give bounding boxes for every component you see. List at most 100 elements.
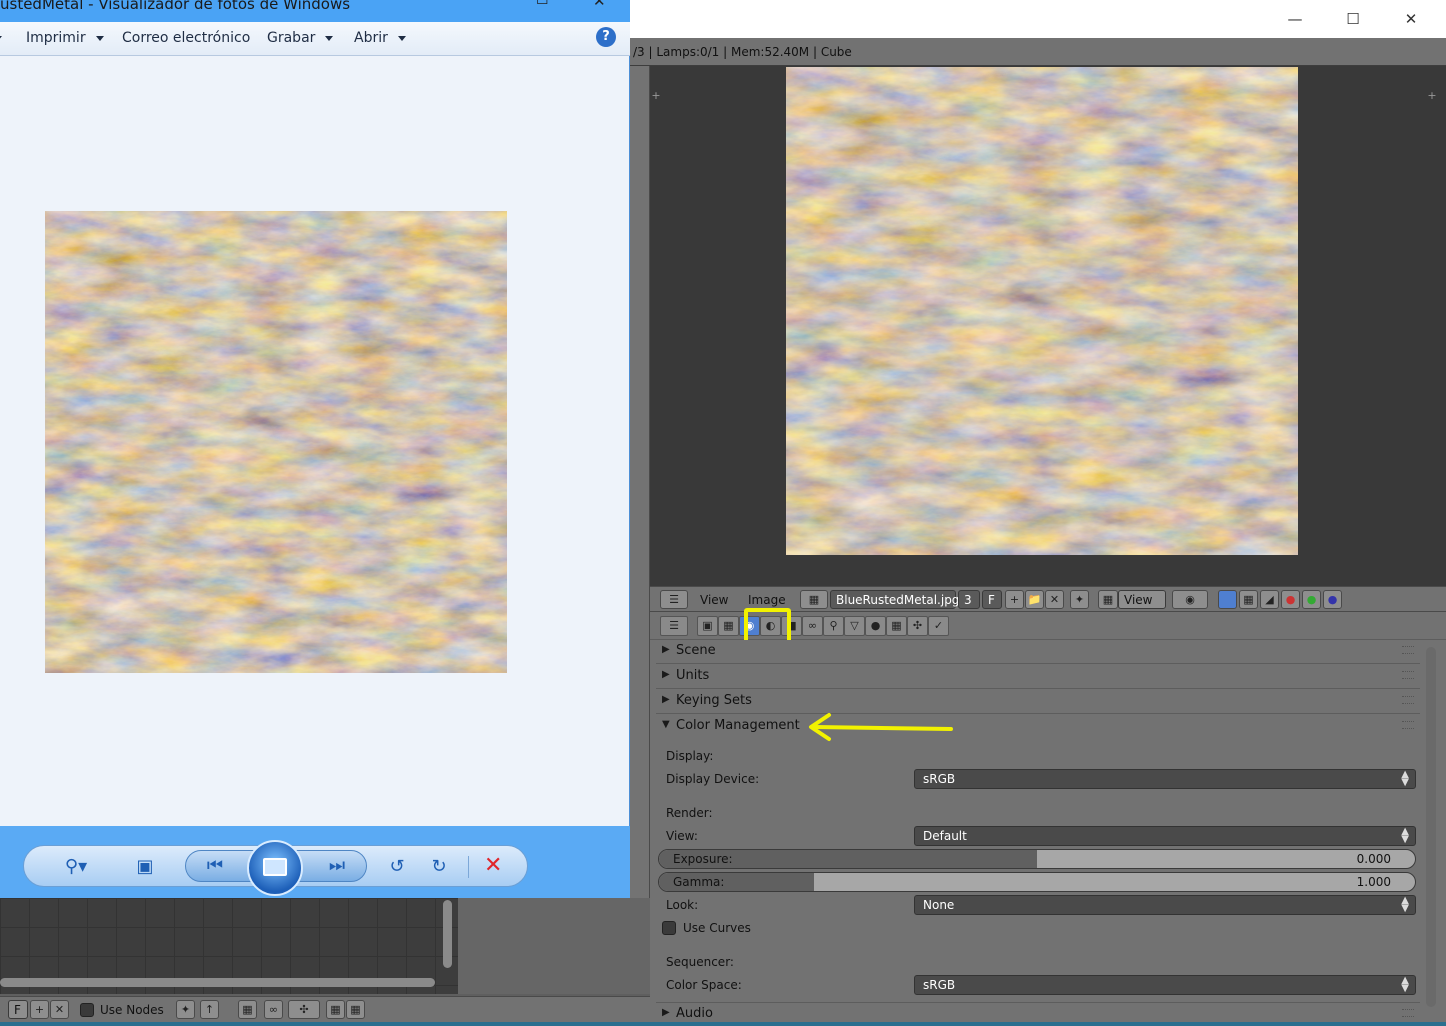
editor-type-icon[interactable]: ☰ (660, 616, 688, 636)
properties-editor: ▶ Scene ▶ Units ▶ Keying Sets ▼ Color Ma… (650, 640, 1446, 1026)
panel-title: Audio (676, 1006, 713, 1021)
view-transform-select[interactable]: Default ▲ ▼ (914, 826, 1416, 846)
look-value: None (923, 898, 955, 912)
open-image-icon[interactable]: 📁 (1025, 590, 1044, 609)
chevron-down-icon (95, 35, 104, 41)
panel-color-management[interactable]: ▼ Color Management (656, 715, 1420, 739)
exposure-label: Exposure: (673, 852, 733, 866)
exposure-slider[interactable]: Exposure: 0.000 (658, 849, 1416, 869)
pin-icon[interactable]: ✦ (176, 1000, 195, 1019)
image-menu[interactable]: Image (748, 593, 786, 607)
pin-icon[interactable]: ✦ (1070, 590, 1089, 609)
color-space-select[interactable]: sRGB ▲ ▼ (914, 975, 1416, 995)
drag-grip-icon[interactable] (1402, 671, 1414, 679)
look-select[interactable]: None ▲ ▼ (914, 895, 1416, 915)
close-button[interactable]: ✕ (1382, 0, 1440, 38)
backdrop-icon[interactable]: ▦ (238, 1000, 257, 1019)
draw-channels-icon[interactable] (1218, 590, 1237, 609)
properties-scrollbar[interactable] (1426, 647, 1436, 1007)
panel-scene[interactable]: ▶ Scene (656, 640, 1420, 664)
help-icon[interactable]: ? (596, 27, 616, 47)
fit-window-icon[interactable]: ▣ (132, 855, 158, 879)
image-browse-icon[interactable]: ▦ (800, 590, 828, 609)
blue-channel-icon[interactable]: ● (1323, 590, 1342, 609)
image-users-field[interactable]: 3 (958, 590, 980, 609)
burn-menu[interactable]: Grabar (267, 30, 334, 46)
toolbar-divider (468, 856, 469, 878)
minimize-button[interactable]: — (1266, 0, 1324, 38)
displayed-photo (45, 211, 507, 673)
drag-grip-icon[interactable] (1402, 646, 1414, 654)
red-channel-icon[interactable]: ● (1281, 590, 1300, 609)
drag-grip-icon[interactable] (1402, 696, 1414, 704)
plus-icon[interactable]: + (650, 90, 662, 102)
modifiers-tab-icon[interactable]: ⚲ (823, 616, 844, 636)
pivot-icon[interactable]: ◉ (1172, 590, 1208, 609)
parent-icon[interactable]: ↑ (200, 1000, 219, 1019)
fake-user-button[interactable]: F (982, 590, 1002, 609)
rotate-counterclockwise-icon[interactable]: ↺ (384, 855, 410, 879)
panel-keying-sets[interactable]: ▶ Keying Sets (656, 690, 1420, 714)
use-curves-checkbox[interactable] (662, 921, 676, 935)
alpha-channel-icon[interactable]: ▦ (1239, 590, 1258, 609)
snap-mode-icon[interactable]: ✣ (288, 1000, 320, 1019)
blender-window: — ☐ ✕ /3 | Lamps:0/1 | Mem:52.40M | Cube… (630, 0, 1446, 1026)
drag-grip-icon[interactable] (1402, 721, 1414, 729)
use-nodes-label: Use Nodes (100, 1003, 164, 1017)
display-mode-icon[interactable]: ▦ (1098, 590, 1118, 609)
photo-viewer-title-bar[interactable]: ustedMetal - Visualizador de fotos de Wi… (0, 0, 630, 22)
panel-units[interactable]: ▶ Units (656, 665, 1420, 689)
display-device-select[interactable]: sRGB ▲ ▼ (914, 769, 1416, 789)
fake-user-button[interactable]: F (8, 1000, 28, 1019)
z-buffer-icon[interactable]: ◢ (1260, 590, 1279, 609)
use-nodes-checkbox[interactable] (80, 1003, 94, 1017)
green-channel-icon[interactable]: ● (1302, 590, 1321, 609)
image-editor[interactable]: + + (650, 66, 1446, 586)
material-tab-icon[interactable]: ● (865, 616, 886, 636)
drag-grip-icon[interactable] (1402, 1009, 1414, 1017)
paste-icon[interactable]: ▦ (346, 1000, 365, 1019)
view-label: View: (666, 829, 698, 843)
data-tab-icon[interactable]: ▽ (844, 616, 865, 636)
editor-type-icon[interactable]: ☰ (660, 590, 688, 609)
gamma-slider[interactable]: Gamma: 1.000 (658, 872, 1416, 892)
unlink-icon[interactable]: ✕ (50, 1000, 69, 1019)
physics-tab-icon[interactable]: ✓ (928, 616, 949, 636)
print-menu[interactable]: Imprimir (26, 30, 104, 46)
close-button[interactable]: ✕ (593, 0, 606, 10)
new-image-icon[interactable]: + (1005, 590, 1024, 609)
texture-tab-icon[interactable]: ▦ (886, 616, 907, 636)
next-icon[interactable]: ⏭ (324, 854, 350, 878)
view-menu[interactable]: View (700, 593, 728, 607)
photo-viewer-window: ustedMetal - Visualizador de fotos de Wi… (0, 0, 630, 898)
open-menu[interactable]: Abrir (354, 30, 406, 46)
vertical-scrollbar[interactable] (443, 900, 452, 968)
copy-icon[interactable]: ▦ (326, 1000, 345, 1019)
zoom-icon[interactable]: ⚲▾ (58, 855, 94, 879)
slideshow-icon[interactable] (247, 840, 303, 896)
rotate-clockwise-icon[interactable]: ↻ (426, 855, 452, 879)
constraints-tab-icon[interactable]: ∞ (802, 616, 823, 636)
maximize-button[interactable]: ☐ (1324, 0, 1382, 38)
display-mode-select[interactable]: View (1118, 590, 1166, 609)
display-heading: Display: (666, 749, 714, 763)
color-space-label: Color Space: (666, 978, 742, 992)
email-menu[interactable]: Correo electrónico (122, 30, 250, 46)
print-menu-label: Imprimir (26, 30, 86, 46)
image-name-field[interactable]: BlueRustedMetal.jpg (830, 590, 959, 609)
maximize-button[interactable]: ☐ (536, 0, 549, 8)
updown-icon: ▲ ▼ (1401, 975, 1409, 994)
display-device-value: sRGB (923, 772, 956, 786)
render-layers-icon[interactable]: ▦ (718, 616, 739, 636)
snap-icon[interactable]: ∞ (264, 1000, 283, 1019)
delete-icon[interactable]: ✕ (484, 854, 502, 878)
render-tab-icon[interactable]: ▣ (697, 616, 718, 636)
previous-icon[interactable]: ⏮ (202, 854, 228, 878)
unlink-icon[interactable]: ✕ (1045, 590, 1064, 609)
horizontal-scrollbar[interactable] (0, 978, 435, 987)
particles-tab-icon[interactable]: ✣ (907, 616, 928, 636)
properties-header: ☰ ▣ ▦ ◉ ◐ ■ ∞ ⚲ ▽ ● ▦ ✣ ✓ (650, 608, 1446, 644)
file-menu-caret-icon[interactable] (0, 36, 2, 41)
new-node-tree-icon[interactable]: + (30, 1000, 49, 1019)
plus-icon[interactable]: + (1426, 90, 1438, 102)
